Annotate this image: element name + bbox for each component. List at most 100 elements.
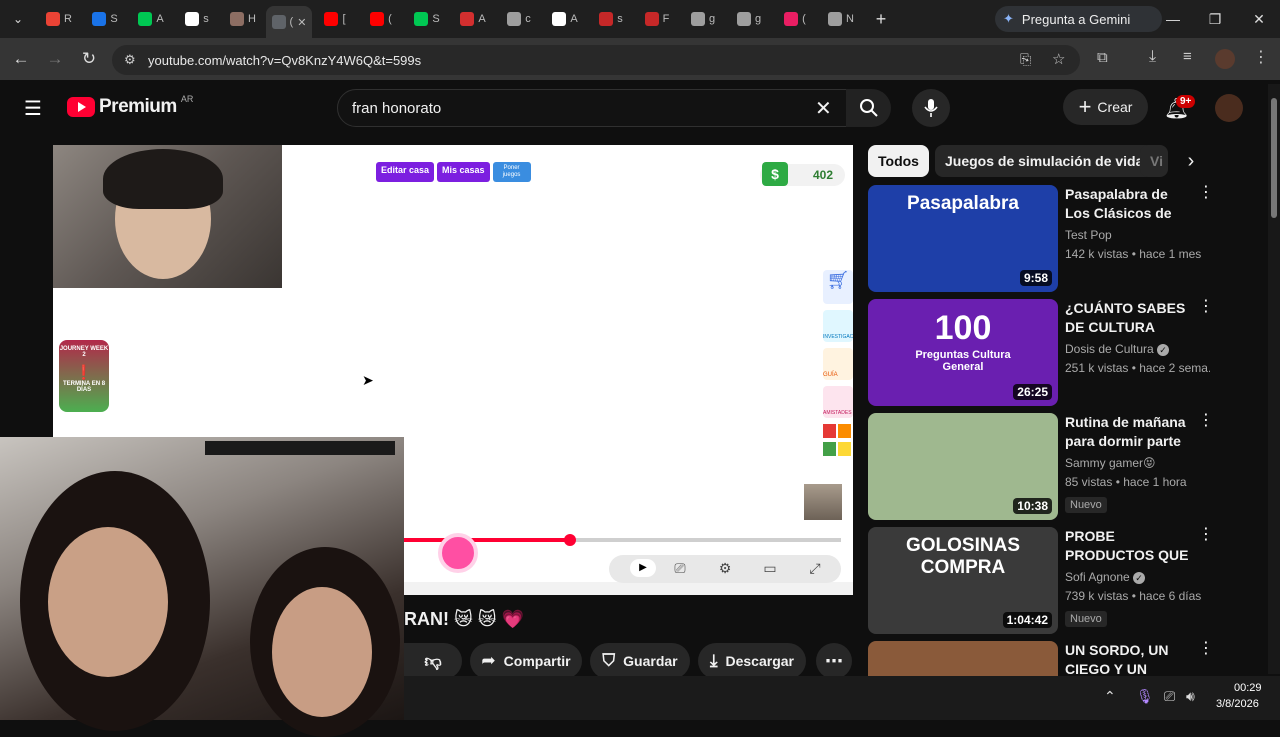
browser-tab[interactable]: S <box>404 4 450 34</box>
scrollbar-thumb[interactable] <box>1271 98 1277 218</box>
browser-tab[interactable]: g <box>726 4 772 34</box>
more-actions-button[interactable]: ⋯ <box>816 643 852 679</box>
video-thumbnail[interactable]: GOLOSINAS COMPRA 1:04:42 <box>868 527 1058 634</box>
chip-life-sim-games[interactable]: Juegos de simulación de vida <box>935 145 1154 177</box>
more-options-icon[interactable]: ⋮ <box>1198 185 1214 201</box>
tab-favicon-icon <box>828 12 843 26</box>
browser-tab[interactable]: (✕ <box>266 6 312 38</box>
dislike-button[interactable]: 👎︎ <box>404 643 462 679</box>
video-title[interactable]: PROBE PRODUCTOS QUE NO VENDEN E... <box>1065 527 1191 565</box>
tray-mic-icon[interactable]: 🎙︎ <box>1136 688 1154 705</box>
browser-tab[interactable]: g <box>680 4 726 34</box>
media-control-icon[interactable]: ≡ <box>1183 48 1192 65</box>
minimize-button[interactable]: — <box>1158 8 1188 30</box>
video-thumbnail[interactable]: 10:38 <box>868 413 1058 520</box>
browser-tab[interactable]: H <box>220 4 266 34</box>
search-input[interactable]: fran honorato ✕ <box>337 89 847 127</box>
bookmark-star-icon[interactable]: ☆ <box>1052 50 1065 68</box>
tray-chevron-icon[interactable]: ⌃ <box>1104 688 1116 705</box>
profile-avatar[interactable] <box>1215 49 1235 69</box>
browser-tab[interactable]: F <box>634 4 680 34</box>
search-button[interactable] <box>846 89 891 127</box>
save-button[interactable]: ⛉ Guardar <box>590 643 690 679</box>
recommended-video-card[interactable]: 100 Preguntas Cultura General 26:25 ¿CUÁNTO… <box>868 299 1214 406</box>
browser-tab[interactable]: A <box>542 4 588 34</box>
scrubber-handle[interactable] <box>564 534 576 546</box>
browser-tab[interactable]: A <box>450 4 496 34</box>
chip-partial[interactable]: Vi <box>1140 145 1168 177</box>
hamburger-menu-icon[interactable]: ☰ <box>24 96 42 121</box>
close-window-button[interactable]: ✕ <box>1244 8 1274 30</box>
tab-title: ( <box>388 13 392 25</box>
fullscreen-icon[interactable]: ⤢ <box>804 560 826 578</box>
browser-tab[interactable]: R <box>36 4 82 34</box>
account-avatar[interactable] <box>1215 94 1243 122</box>
taskbar-date[interactable]: 3/8/2026 <box>1216 698 1259 710</box>
tab-title: c <box>525 13 531 25</box>
browser-tab[interactable]: A <box>128 4 174 34</box>
recommended-video-card[interactable]: Pasapalabra 9:58 Pasapalabra de Los Clásic… <box>868 185 1214 292</box>
more-options-icon[interactable]: ⋮ <box>1198 641 1208 657</box>
person-face-right <box>272 587 372 717</box>
recommended-video-card[interactable]: UN SORDO, UN CIEGO Y UN MUDO ... ⋮ <box>868 641 1208 676</box>
reload-button[interactable]: ↻ <box>72 42 106 76</box>
forward-button[interactable]: → <box>38 42 72 76</box>
theater-mode-icon[interactable]: ▭ <box>759 560 781 578</box>
browser-tab[interactable]: c <box>496 4 542 34</box>
tray-volume-icon[interactable]: 🔊︎ <box>1186 688 1195 705</box>
download-button[interactable]: ⤓ Descargar <box>698 643 806 679</box>
browser-tab[interactable]: N <box>818 4 864 34</box>
browser-tab[interactable]: s <box>588 4 634 34</box>
more-options-icon[interactable]: ⋮ <box>1198 527 1214 543</box>
new-tab-button[interactable]: + <box>864 2 898 36</box>
video-thumbnail[interactable]: 100 Preguntas Cultura General 26:25 <box>868 299 1058 406</box>
taskbar-time[interactable]: 00:29 <box>1234 682 1262 694</box>
browser-tab[interactable]: s <box>174 4 220 34</box>
video-thumbnail[interactable] <box>868 641 1058 676</box>
create-button[interactable]: + Crear <box>1063 89 1148 125</box>
voice-search-button[interactable] <box>912 89 950 127</box>
video-title[interactable]: Pasapalabra de Los Clásicos de Disney ..… <box>1065 185 1191 223</box>
recommended-video-card[interactable]: GOLOSINAS COMPRA 1:04:42 PROBE PRODUCTOS Q… <box>868 527 1214 634</box>
browser-menu-icon[interactable]: ⋮ <box>1253 47 1269 67</box>
install-app-icon[interactable]: ⎘ <box>1020 51 1031 68</box>
share-button[interactable]: ➦ Compartir <box>470 643 582 679</box>
browser-tab[interactable]: S <box>82 4 128 34</box>
channel-name[interactable]: Sammy gamer😝 <box>1065 456 1156 470</box>
clear-search-icon[interactable]: ✕ <box>815 96 832 121</box>
channel-name[interactable]: Dosis de Cultura ✓ <box>1065 342 1170 356</box>
gemini-label: Pregunta a Gemini <box>1021 11 1131 27</box>
browser-tab[interactable]: [ <box>312 4 358 34</box>
settings-gear-icon[interactable]: ⚙ <box>714 560 736 578</box>
more-options-icon[interactable]: ⋮ <box>1198 299 1214 315</box>
video-title[interactable]: ¿CUÁNTO SABES DE CULTURA GENERA... <box>1065 299 1191 337</box>
browser-tab[interactable]: ( <box>358 4 404 34</box>
channel-name[interactable]: Sofi Agnone ✓ <box>1065 570 1146 584</box>
maximize-button[interactable]: ❐ <box>1200 8 1230 30</box>
tab-search-button[interactable]: ⌄ <box>0 2 36 36</box>
downloads-icon[interactable]: ⤓ <box>1149 48 1156 66</box>
chip-all[interactable]: Todos <box>868 145 929 177</box>
close-tab-icon[interactable]: ✕ <box>297 16 306 29</box>
more-options-icon[interactable]: ⋮ <box>1198 413 1214 429</box>
gemini-button[interactable]: ✦ Pregunta a Gemini <box>995 6 1162 32</box>
extensions-icon[interactable]: ⧉ <box>1097 49 1108 66</box>
video-title[interactable]: Rutina de mañana para dormir parte 2... <box>1065 413 1191 451</box>
youtube-logo[interactable]: Premium AR <box>67 94 193 118</box>
thumbnail-text: GOLOSINAS COMPRA <box>905 535 1020 578</box>
chips-next-chevron-icon[interactable]: › <box>1177 146 1205 176</box>
tray-network-icon[interactable]: ⎚ <box>1164 688 1175 705</box>
recommended-video-card[interactable]: 10:38 Rutina de mañana para dormir parte … <box>868 413 1214 520</box>
browser-tab[interactable]: ( <box>772 4 818 34</box>
video-title[interactable]: UN SORDO, UN CIEGO Y UN MUDO ... <box>1065 641 1191 676</box>
subtitles-icon[interactable]: ⎚ <box>669 560 691 578</box>
channel-name[interactable]: Test Pop <box>1065 228 1112 242</box>
video-thumbnail[interactable]: Pasapalabra 9:58 <box>868 185 1058 292</box>
page-scrollbar[interactable] <box>1268 84 1280 674</box>
site-info-icon[interactable]: ⚙ <box>124 52 136 68</box>
progress-remaining[interactable] <box>570 538 841 542</box>
autoplay-toggle[interactable]: ▶ <box>630 559 656 577</box>
back-button[interactable]: ← <box>4 42 38 76</box>
progress-played[interactable] <box>404 538 570 542</box>
address-bar[interactable]: ⚙ youtube.com/watch?v=Qv8KnzY4W6Q&t=599s… <box>112 45 1080 75</box>
